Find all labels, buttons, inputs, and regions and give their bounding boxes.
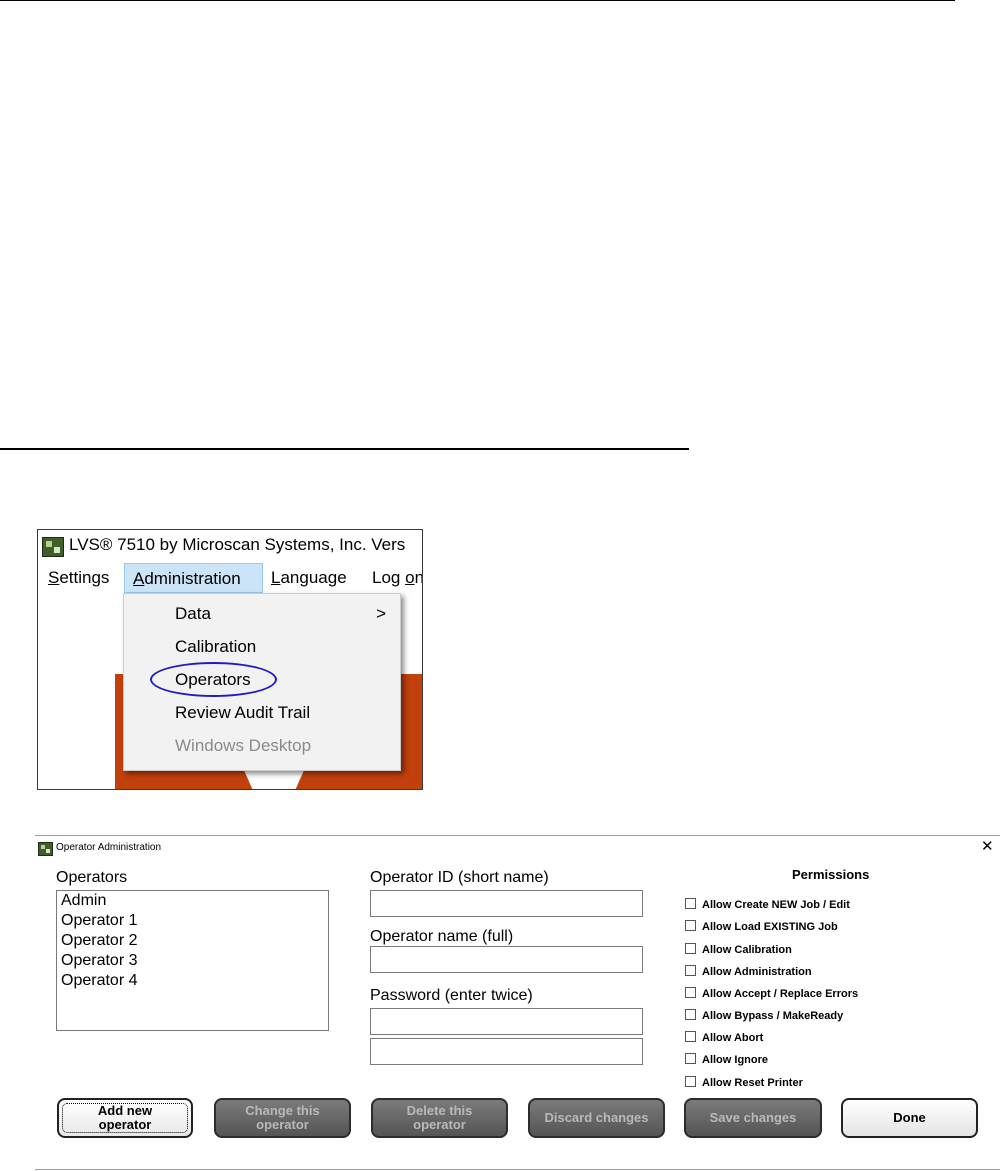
password-input[interactable]: [370, 1008, 643, 1035]
list-item[interactable]: Admin: [57, 891, 328, 911]
permission-administration[interactable]: Allow Administration: [685, 964, 812, 980]
permission-bypass-makeready[interactable]: Allow Bypass / MakeReady: [685, 1008, 843, 1024]
done-button[interactable]: Done: [841, 1098, 978, 1138]
permission-accept-replace-errors[interactable]: Allow Accept / Replace Errors: [685, 986, 858, 1002]
permission-ignore[interactable]: Allow Ignore: [685, 1052, 768, 1068]
focus-ring: [62, 1103, 188, 1133]
menu-item-windows-desktop: Windows Desktop: [175, 736, 312, 755]
menu-administration[interactable]: Administration: [124, 563, 263, 593]
checkbox[interactable]: [685, 920, 696, 931]
menu-language[interactable]: Language: [267, 563, 351, 593]
top-rule: [0, 0, 955, 1]
dialog-title: Operator Administration: [56, 842, 162, 853]
delete-operator-button[interactable]: Delete this operator: [371, 1098, 508, 1138]
operators-label: Operators: [56, 869, 128, 886]
checkbox[interactable]: [685, 987, 696, 998]
permission-calibration[interactable]: Allow Calibration: [685, 942, 792, 958]
checkbox[interactable]: [685, 1009, 696, 1020]
list-item[interactable]: Operator 2: [57, 931, 328, 951]
checkbox[interactable]: [685, 1031, 696, 1042]
menu-log-on[interactable]: Log on: [368, 563, 422, 593]
list-item[interactable]: Operator 1: [57, 911, 328, 931]
operator-name-label: Operator name (full): [370, 928, 514, 945]
checkbox[interactable]: [685, 965, 696, 976]
permission-load-existing-job[interactable]: Allow Load EXISTING Job: [685, 919, 838, 935]
operators-list[interactable]: Admin Operator 1 Operator 2 Operator 3 O…: [56, 890, 329, 1031]
password-label: Password (enter twice): [370, 987, 533, 1004]
app-title: LVS® 7510 by Microscan Systems, Inc. Ver…: [69, 535, 406, 554]
app-icon: [38, 842, 53, 856]
checkbox[interactable]: [685, 1053, 696, 1064]
permission-reset-printer[interactable]: Allow Reset Printer: [685, 1075, 803, 1091]
password-confirm-input[interactable]: [370, 1038, 643, 1065]
permissions-title: Permissions: [792, 867, 870, 882]
menu-item-data[interactable]: Data: [175, 599, 397, 629]
close-icon[interactable]: ✕: [981, 839, 994, 854]
operators-highlight-circle: [150, 662, 277, 697]
change-operator-button[interactable]: Change this operator: [214, 1098, 351, 1138]
menubar: Settings Administration Language Log on: [38, 563, 422, 593]
permission-create-new-job[interactable]: Allow Create NEW Job / Edit: [685, 897, 850, 913]
save-changes-button[interactable]: Save changes: [684, 1098, 822, 1138]
menu-item-calibration[interactable]: Calibration: [175, 632, 256, 662]
menu-screenshot: LVS® 7510 by Microscan Systems, Inc. Ver…: [37, 529, 423, 790]
background-shape: [243, 768, 305, 789]
add-new-operator-button[interactable]: Add new operator: [57, 1098, 193, 1138]
operator-id-input[interactable]: [370, 890, 643, 917]
discard-changes-button[interactable]: Discard changes: [528, 1098, 665, 1138]
operator-id-label: Operator ID (short name): [370, 869, 549, 886]
chevron-right-icon: >: [376, 604, 386, 623]
checkbox[interactable]: [685, 1076, 696, 1087]
permission-abort[interactable]: Allow Abort: [685, 1030, 763, 1046]
operator-administration-dialog: Operator Administration ✕ Operators Admi…: [35, 835, 1000, 1170]
checkbox[interactable]: [685, 943, 696, 954]
menu-item-review-audit-trail[interactable]: Review Audit Trail: [175, 698, 310, 728]
list-item[interactable]: Operator 4: [57, 971, 328, 991]
section-rule: [0, 448, 689, 450]
menu-settings[interactable]: Settings: [44, 563, 113, 593]
operator-name-input[interactable]: [370, 946, 643, 973]
app-titlebar: LVS® 7510 by Microscan Systems, Inc. Ver…: [38, 530, 422, 562]
checkbox[interactable]: [685, 898, 696, 909]
app-icon: [42, 537, 64, 557]
list-item[interactable]: Operator 3: [57, 951, 328, 971]
